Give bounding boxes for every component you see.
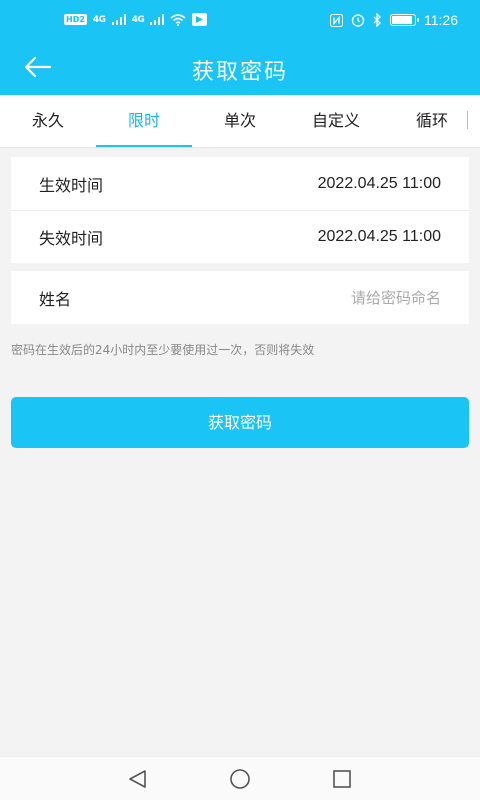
square-recent-icon xyxy=(333,770,351,788)
clock-time: 11:26 xyxy=(424,12,458,28)
end-time-label: 失效时间 xyxy=(39,229,104,248)
app-notification-icon xyxy=(192,13,208,26)
end-time-row[interactable]: 失效时间 2022.04.25 11:00 xyxy=(11,210,469,263)
signal-1-icon xyxy=(111,14,126,25)
validity-hint: 密码在生效后的24小时内至少要使用过一次，否则将失效 xyxy=(11,343,315,357)
battery-fill xyxy=(392,16,412,24)
status-left: HD2 4G 4G xyxy=(64,13,208,26)
time-card: 生效时间 2022.04.25 11:00 失效时间 2022.04.25 11… xyxy=(11,157,469,263)
system-nav-bar xyxy=(0,756,480,800)
name-label: 姓名 xyxy=(39,289,72,309)
hd-badge: HD2 xyxy=(64,14,87,25)
end-time-value[interactable]: 2022.04.25 11:00 xyxy=(318,228,441,246)
get-password-button[interactable]: 获取密码 xyxy=(11,397,469,448)
circle-home-icon xyxy=(230,769,250,789)
tab-permanent[interactable]: 永久 xyxy=(0,95,96,148)
start-time-label: 生效时间 xyxy=(39,175,104,195)
tab-bar: 永久 限时 单次 自定义 循环 xyxy=(0,95,480,148)
active-tab-indicator xyxy=(96,145,192,147)
tab-recurring[interactable]: 循环 xyxy=(384,95,480,148)
name-row: 姓名 xyxy=(11,271,469,324)
wifi-icon xyxy=(170,13,186,26)
tab-scroll-divider xyxy=(467,111,468,129)
status-right: 11:26 xyxy=(330,12,458,28)
network-1-label: 4G xyxy=(92,14,106,25)
nav-back-button[interactable] xyxy=(126,767,150,791)
triangle-back-icon xyxy=(129,770,146,788)
tab-custom[interactable]: 自定义 xyxy=(288,95,384,148)
app-header: HD2 4G 4G 11:26 获取密码 xyxy=(0,0,480,95)
status-bar: HD2 4G 4G 11:26 xyxy=(0,0,480,42)
title-bar: 获取密码 xyxy=(0,42,480,95)
signal-2-icon xyxy=(150,14,165,25)
alarm-icon xyxy=(351,14,365,27)
name-input[interactable] xyxy=(221,288,441,307)
bluetooth-icon xyxy=(373,13,381,27)
battery-icon xyxy=(390,14,419,26)
network-2-label: 4G xyxy=(131,14,145,25)
start-time-value[interactable]: 2022.04.25 11:00 xyxy=(318,175,441,193)
name-card: 姓名 xyxy=(11,271,469,324)
nav-home-button[interactable] xyxy=(228,767,252,791)
nav-recent-button[interactable] xyxy=(330,767,354,791)
tab-single-use[interactable]: 单次 xyxy=(192,95,288,148)
start-time-row[interactable]: 生效时间 2022.04.25 11:00 xyxy=(11,157,469,210)
page-title: 获取密码 xyxy=(191,60,288,85)
nfc-icon xyxy=(330,13,343,27)
tab-time-limited[interactable]: 限时 xyxy=(96,95,192,148)
